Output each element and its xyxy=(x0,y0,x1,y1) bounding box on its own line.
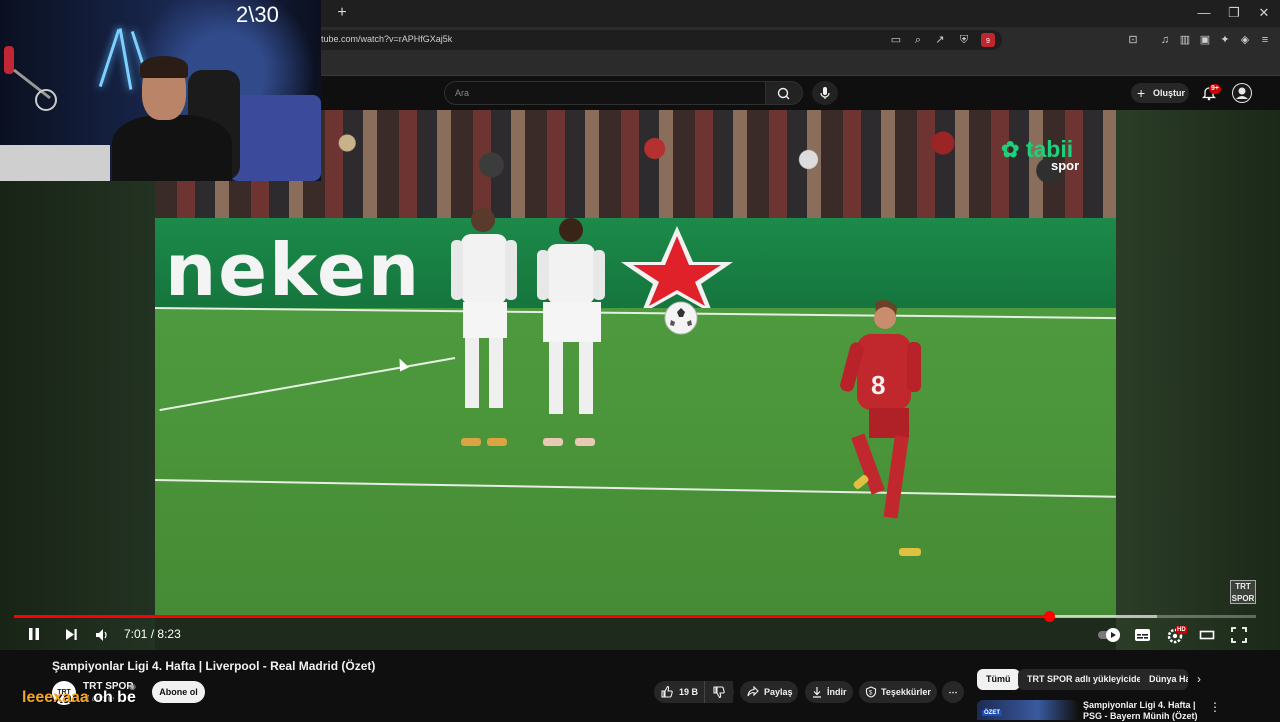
cast-icon[interactable]: ▭ xyxy=(889,33,903,47)
autoplay-toggle-icon[interactable] xyxy=(1097,627,1123,643)
recommended-badge: ÖZET xyxy=(982,710,1002,716)
extension-badge: 9 xyxy=(986,38,990,45)
sidebar-icon[interactable]: ▥ xyxy=(1178,33,1192,47)
video-player[interactable]: neken 8 ✿ tabii spor TRT SPOR 7:01 / 8:2… xyxy=(0,110,1280,650)
menu-icon[interactable]: ≡ xyxy=(1258,33,1272,47)
download-label: İndir xyxy=(827,687,847,697)
notification-badge: 9+ xyxy=(1209,84,1221,94)
wallet-icon[interactable]: ▣ xyxy=(1198,33,1212,47)
time-separator: / xyxy=(150,627,155,641)
player-left-margin xyxy=(0,110,155,650)
hd-badge: HD xyxy=(1176,626,1187,634)
subscribe-button[interactable]: Abone ol xyxy=(152,681,205,703)
search-input[interactable] xyxy=(444,81,766,105)
extension-icon[interactable]: 9 xyxy=(981,33,995,47)
account-avatar[interactable] xyxy=(1232,83,1252,103)
like-count: 19 B xyxy=(679,687,699,697)
screenshot-icon[interactable]: ⊡ xyxy=(1126,33,1140,47)
svg-text:$: $ xyxy=(869,691,873,697)
streamer-body xyxy=(112,115,232,181)
time-display: 7:01 / 8:23 xyxy=(124,627,181,641)
neon-light xyxy=(118,28,133,90)
fullscreen-icon[interactable] xyxy=(1231,627,1247,643)
video-title: Şampiyonlar Ligi 4. Hafta | Liverpool - … xyxy=(52,659,376,673)
progress-played xyxy=(14,615,1050,618)
share-arrow-icon xyxy=(747,686,759,697)
minimize-icon[interactable]: — xyxy=(1196,5,1212,21)
watermark-sub: spor xyxy=(1051,158,1080,173)
sparkle-icon[interactable]: ✦ xyxy=(1218,33,1232,47)
download-icon xyxy=(813,687,821,698)
search-icon xyxy=(777,87,790,100)
video-frame[interactable]: neken 8 ✿ tabii spor xyxy=(155,110,1116,617)
voice-search-button[interactable] xyxy=(812,81,838,105)
channel-watermark-text: TRT SPOR xyxy=(1231,582,1255,603)
new-tab-button[interactable]: + xyxy=(334,5,350,21)
subtitles-icon[interactable] xyxy=(1134,628,1151,642)
share-icon[interactable]: ↗ xyxy=(933,33,947,47)
microphone-icon xyxy=(820,87,830,99)
thanks-label: Teşekkürler xyxy=(881,687,931,697)
kicker-figure: 8 xyxy=(840,300,921,556)
music-icon[interactable]: ♫ xyxy=(1158,33,1172,47)
shield-icon[interactable]: ⛨ xyxy=(957,33,971,47)
sofa xyxy=(230,95,321,181)
chip-from-uploader[interactable]: TRT SPOR adlı yükleyiciden xyxy=(1018,669,1157,690)
overlay-name-part1: leeexaaa xyxy=(22,689,89,706)
board-lettering: neken xyxy=(165,228,422,312)
pause-icon[interactable] xyxy=(26,626,42,642)
ball-icon xyxy=(664,301,698,335)
defender-figure xyxy=(451,208,517,446)
url-text[interactable]: tube.com/watch?v=rAPHfGXaj5k xyxy=(321,34,452,44)
chip-world[interactable]: Dünya Ha xyxy=(1140,669,1188,690)
more-actions-icon: ⋯ xyxy=(948,687,958,697)
chip-all[interactable]: Tümü xyxy=(977,669,1020,690)
defender-figure xyxy=(537,218,605,446)
overlay-name-part2: oh be xyxy=(93,689,136,706)
channel-watermark[interactable]: TRT SPOR xyxy=(1230,580,1256,604)
duration: 8:23 xyxy=(157,627,181,641)
vpn-icon[interactable]: ◈ xyxy=(1238,33,1252,47)
next-icon[interactable] xyxy=(64,627,79,642)
microphone-arm-icon xyxy=(4,46,57,111)
svg-text:8: 8 xyxy=(871,370,885,400)
progress-bar[interactable] xyxy=(14,611,1256,622)
webcam-overlay: 2\30 xyxy=(0,0,321,181)
scrubber-handle[interactable] xyxy=(1044,611,1056,622)
theater-mode-icon[interactable] xyxy=(1199,628,1215,642)
super-thanks-icon: $ xyxy=(865,686,877,698)
stream-counter: 2\30 xyxy=(236,2,279,27)
avatar-icon xyxy=(1233,84,1251,102)
search-button[interactable] xyxy=(766,81,803,105)
current-time: 7:01 xyxy=(124,627,148,641)
dislike-button[interactable] xyxy=(704,681,734,703)
tabii-logo-icon: ✿ xyxy=(1001,137,1020,162)
neon-light xyxy=(98,29,121,87)
stream-overlay-name: leeexaaa oh be xyxy=(22,689,136,707)
thumbs-up-icon xyxy=(661,685,673,698)
zoom-icon[interactable]: ⌕ xyxy=(911,33,925,47)
pitch xyxy=(155,308,1116,617)
maximize-icon[interactable]: ❐ xyxy=(1226,5,1242,21)
desk xyxy=(0,145,110,181)
recommended-menu-icon[interactable]: ⋮ xyxy=(1209,700,1221,714)
player-right-margin xyxy=(1116,110,1280,650)
recommended-title[interactable]: Şampiyonlar Ligi 4. Hafta | PSG - Bayern… xyxy=(1083,700,1203,722)
chevron-right-icon[interactable]: › xyxy=(1197,672,1211,686)
volume-icon[interactable] xyxy=(95,628,110,642)
thumbs-down-icon xyxy=(713,686,725,699)
plus-icon: + xyxy=(1137,85,1146,101)
close-icon[interactable]: ✕ xyxy=(1256,5,1272,21)
more-actions-button[interactable]: ⋯ xyxy=(942,681,964,703)
share-label: Paylaş xyxy=(764,687,793,697)
streamer-hair xyxy=(140,56,188,78)
